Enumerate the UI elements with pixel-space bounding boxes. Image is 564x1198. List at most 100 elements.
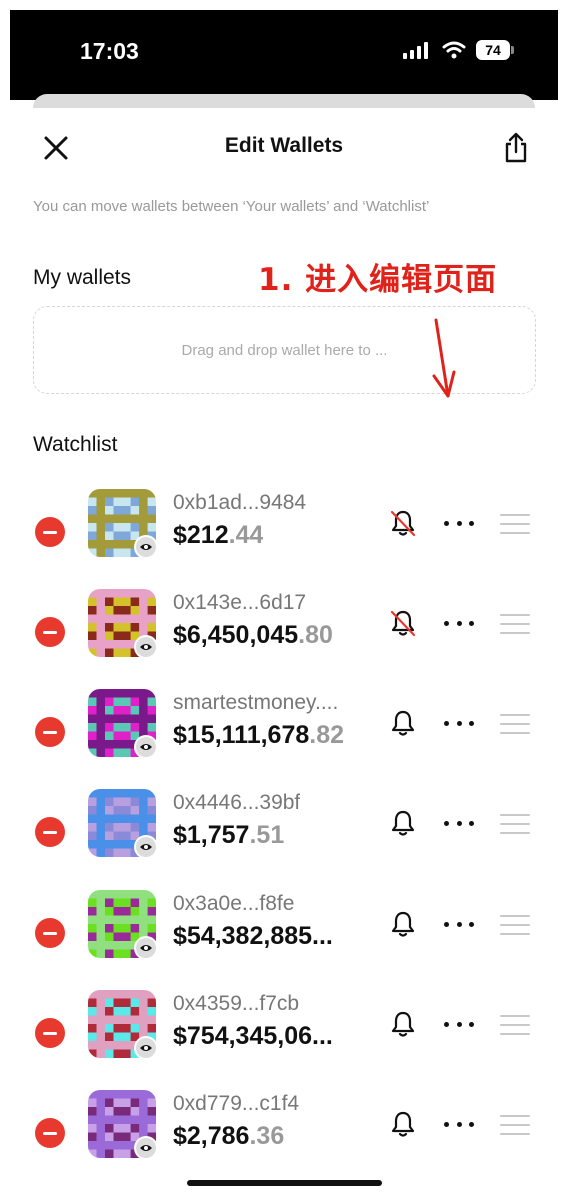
annotation-label: 1. 进入编辑页面 <box>258 262 498 298</box>
status-bar: 17:03 74 <box>10 10 558 100</box>
alerts-button[interactable] <box>390 1010 416 1038</box>
bell-off-icon <box>390 610 416 637</box>
watch-badge <box>134 1136 158 1160</box>
eye-icon <box>140 744 152 750</box>
cellular-signal-icon <box>403 42 428 59</box>
eye-icon <box>140 1045 152 1051</box>
header: Edit Wallets <box>10 108 558 188</box>
watch-badge <box>134 936 158 960</box>
eye-icon <box>140 644 152 650</box>
remove-wallet-button[interactable] <box>35 1118 65 1148</box>
drag-handle-icon[interactable] <box>500 814 532 834</box>
battery-level: 74 <box>476 40 510 60</box>
dropzone-text: Drag and drop wallet here to ... <box>181 341 388 359</box>
alerts-button[interactable] <box>390 1110 416 1138</box>
remove-wallet-button[interactable] <box>35 817 65 847</box>
balance-main: $2,786 <box>173 1122 250 1150</box>
bell-icon <box>391 1011 415 1037</box>
eye-icon <box>140 1145 152 1151</box>
minus-icon <box>43 730 57 734</box>
wallet-address: 0x4359...f7cb <box>173 992 300 1015</box>
alerts-off-button[interactable] <box>390 509 416 537</box>
eye-icon <box>140 945 152 951</box>
drag-handle-icon[interactable] <box>500 514 532 534</box>
drag-handle-icon[interactable] <box>500 1015 532 1035</box>
wallet-row[interactable]: 0x143e...6d17 $6,450,045.80 <box>10 589 558 689</box>
balance-cents: .44 <box>228 521 264 549</box>
wallet-balance: $754,345,06... <box>173 1022 333 1051</box>
wifi-icon <box>442 41 466 59</box>
bell-icon <box>391 810 415 836</box>
more-options-button[interactable] <box>444 511 474 535</box>
wallet-row[interactable]: 0x4446...39bf $1,757.51 <box>10 789 558 889</box>
watch-badge <box>134 635 158 659</box>
balance-main: $212 <box>173 521 229 549</box>
wallet-address: 0xd779...c1f4 <box>173 1092 300 1115</box>
remove-wallet-button[interactable] <box>35 1018 65 1048</box>
wallet-row[interactable]: 0x3a0e...f8fe $54,382,885... <box>10 890 558 990</box>
bell-icon <box>391 1111 415 1137</box>
wallet-balance: $15,111,678.82 <box>173 721 344 750</box>
alerts-button[interactable] <box>390 709 416 737</box>
wallet-balance: $1,757.51 <box>173 821 284 850</box>
wallet-address: 0xb1ad...9484 <box>173 491 307 514</box>
balance-cents: .82 <box>309 721 345 749</box>
minus-icon <box>43 630 57 634</box>
wallet-address: 0x4446...39bf <box>173 791 301 814</box>
balance-cents: .51 <box>249 821 285 849</box>
my-wallets-title: My wallets <box>33 266 132 289</box>
wallet-row[interactable]: smartestmoney.... $15,111,678.82 <box>10 689 558 789</box>
annotation-arrow-icon <box>432 318 456 398</box>
more-options-button[interactable] <box>444 611 474 635</box>
wallet-address: smartestmoney.... <box>173 691 339 714</box>
watch-badge <box>134 835 158 859</box>
watch-badge <box>134 535 158 559</box>
remove-wallet-button[interactable] <box>35 918 65 948</box>
more-options-button[interactable] <box>444 1012 474 1036</box>
more-options-button[interactable] <box>444 711 474 735</box>
eye-icon <box>140 544 152 550</box>
status-time: 17:03 <box>80 38 139 64</box>
wallet-row[interactable]: 0xd779...c1f4 $2,786.36 <box>10 1090 558 1190</box>
wallet-balance: $54,382,885... <box>173 922 333 951</box>
wallet-address: 0x3a0e...f8fe <box>173 892 295 915</box>
drag-handle-icon[interactable] <box>500 1115 532 1135</box>
balance-main: $15,111,678 <box>173 721 310 749</box>
home-indicator <box>187 1180 382 1186</box>
bell-off-icon <box>390 510 416 537</box>
wallet-dropzone[interactable]: Drag and drop wallet here to ... <box>33 306 536 394</box>
drag-handle-icon[interactable] <box>500 915 532 935</box>
minus-icon <box>43 530 57 534</box>
alerts-off-button[interactable] <box>390 609 416 637</box>
wallet-balance: $2,786.36 <box>173 1122 284 1151</box>
wallet-balance: $212.44 <box>173 521 263 550</box>
bell-icon <box>391 911 415 937</box>
more-options-button[interactable] <box>444 1112 474 1136</box>
remove-wallet-button[interactable] <box>35 617 65 647</box>
battery-icon: 74 <box>476 40 514 60</box>
balance-main: $1,757 <box>173 821 250 849</box>
more-options-button[interactable] <box>444 912 474 936</box>
wallet-row[interactable]: 0x4359...f7cb $754,345,06... <box>10 990 558 1090</box>
eye-icon <box>140 844 152 850</box>
wallet-row[interactable]: 0xb1ad...9484 $212.44 <box>10 489 558 589</box>
balance-main: $54,382,885... <box>173 922 333 950</box>
status-icons: 74 <box>402 40 514 60</box>
alerts-button[interactable] <box>390 809 416 837</box>
remove-wallet-button[interactable] <box>35 517 65 547</box>
wallet-balance: $6,450,045.80 <box>173 621 333 650</box>
share-button[interactable] <box>498 128 534 168</box>
more-options-button[interactable] <box>444 811 474 835</box>
minus-icon <box>43 1131 57 1135</box>
drag-handle-icon[interactable] <box>500 614 532 634</box>
balance-main: $6,450,045 <box>173 621 299 649</box>
drag-handle-icon[interactable] <box>500 714 532 734</box>
watch-badge <box>134 1036 158 1060</box>
minus-icon <box>43 830 57 834</box>
alerts-button[interactable] <box>390 910 416 938</box>
watch-badge <box>134 735 158 759</box>
remove-wallet-button[interactable] <box>35 717 65 747</box>
balance-cents: .36 <box>249 1122 285 1150</box>
minus-icon <box>43 1031 57 1035</box>
balance-main: $754,345,06... <box>173 1022 333 1050</box>
